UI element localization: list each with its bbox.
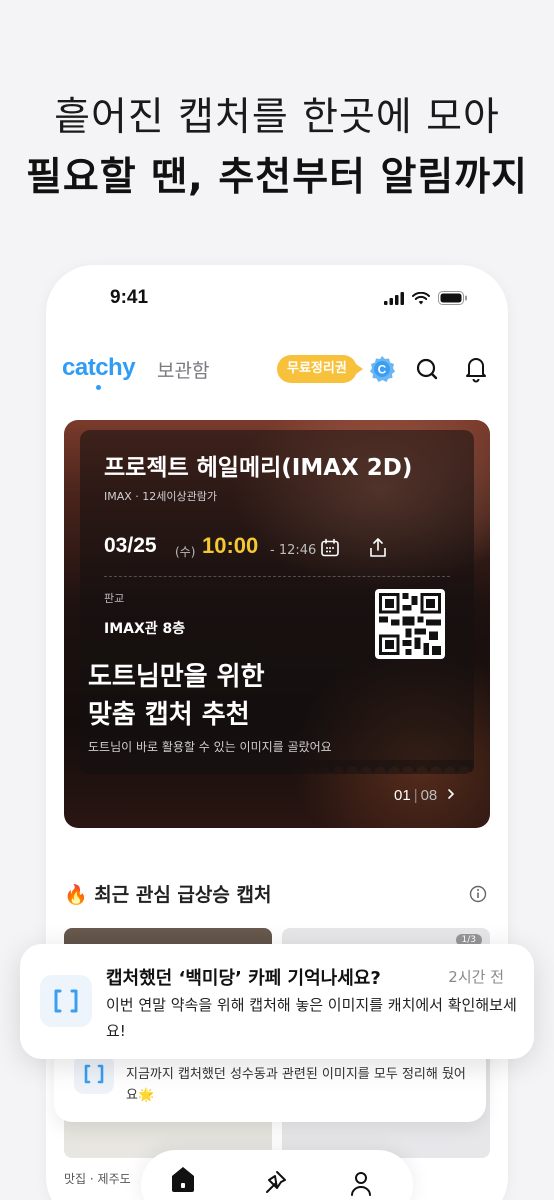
- status-icons: [384, 291, 468, 305]
- status-time: 9:41: [110, 287, 149, 308]
- catchy-app-icon: [74, 1054, 114, 1094]
- thumbnail-caption: 맛집 · 제주도: [64, 1172, 131, 1186]
- notification-body: 이번 연말 약속을 위해 캡처해 놓은 이미지를 캐치에서 확인해보세요!: [106, 996, 517, 1040]
- theater-label: 판교: [104, 592, 125, 605]
- recommendation-subtext: 도트님이 바로 활용할 수 있는 이미지를 골랐어요: [88, 740, 332, 754]
- notification-body: 지금까지 캡처했던 성수동과 관련된 이미지를 모두 정리해 뒀어요🌟: [126, 1067, 466, 1103]
- push-notification[interactable]: 캡처했던 ‘백미당’ 카페 기억나세요? 2시간 전 이번 연말 약속을 위해 …: [20, 944, 534, 1059]
- free-coupon-badge[interactable]: 무료정리권: [277, 355, 363, 383]
- movie-title: 프로젝트 헤일메리(IMAX 2D): [104, 455, 413, 481]
- pager-total: 08: [420, 787, 438, 804]
- notification-title: 캡처했던 ‘백미당’ 카페 기억나세요?: [106, 968, 381, 989]
- tab-catchy[interactable]: catchy: [62, 354, 136, 382]
- catchy-app-icon: [40, 975, 92, 1027]
- ticket-perforation: [80, 760, 474, 772]
- movie-subtitle: IMAX · 12세이상관람가: [104, 490, 218, 503]
- notification-time: 2시간 전: [448, 968, 504, 986]
- ticket-divider: [104, 576, 450, 577]
- app-bar: catchy 보관함 무료정리권 C: [46, 350, 508, 390]
- theater-hall: IMAX관 8층: [104, 621, 186, 637]
- badge-letter: C: [378, 363, 387, 377]
- tab-storage[interactable]: 보관함: [157, 356, 209, 383]
- calendar-icon[interactable]: [320, 538, 340, 558]
- share-icon[interactable]: [368, 537, 388, 559]
- recommendation-card[interactable]: 프로젝트 헤일메리(IMAX 2D) IMAX · 12세이상관람가 03/25…: [64, 420, 490, 828]
- wifi-icon: [412, 291, 430, 304]
- headline-line-2: 필요할 땐, 추천부터 알림까지: [25, 155, 529, 200]
- active-tab-indicator: [96, 385, 101, 390]
- recommendation-headline-line-2: 맞춤 캡처 추천: [88, 700, 250, 730]
- home-icon[interactable]: [169, 1164, 197, 1194]
- qr-code: [375, 589, 445, 659]
- signal-icon: [384, 291, 404, 305]
- recommendation-headline-line-1: 도트님만을 위한: [88, 662, 265, 692]
- credit-badge-icon[interactable]: C: [368, 355, 396, 383]
- user-icon[interactable]: [349, 1170, 373, 1196]
- headline-line-1: 흩어진 캡처를 한곳에 모아: [54, 95, 500, 140]
- recommendation-headline: 도트님만을 위한 맞춤 캡처 추천: [88, 658, 265, 734]
- section-title: 🔥 최근 관심 급상승 캡처: [64, 884, 272, 906]
- bell-icon[interactable]: [464, 355, 488, 383]
- pager-current: 01: [394, 787, 411, 804]
- movie-end-time: - 12:46: [270, 543, 317, 558]
- search-icon[interactable]: [415, 357, 439, 381]
- chevron-right-icon[interactable]: [446, 788, 456, 800]
- info-icon[interactable]: [469, 885, 487, 903]
- carousel-pager[interactable]: 01 | 08: [394, 787, 456, 804]
- pin-icon[interactable]: [263, 1170, 287, 1196]
- status-bar: 9:41: [46, 287, 508, 317]
- bottom-nav: [141, 1150, 413, 1200]
- movie-date: 03/25: [104, 534, 157, 557]
- movie-start-time: 10:00: [202, 533, 259, 558]
- phone-mockup: 9:41 catchy 보관함 무료정리권 C 프로젝트 헤일메리(IMAX 2…: [46, 265, 508, 1200]
- battery-icon: [438, 291, 467, 305]
- movie-day-of-week: (수): [175, 545, 196, 559]
- promo-headline: 흩어진 캡처를 한곳에 모아 필요할 땐, 추천부터 알림까지: [0, 90, 554, 206]
- pager-separator: |: [413, 787, 418, 804]
